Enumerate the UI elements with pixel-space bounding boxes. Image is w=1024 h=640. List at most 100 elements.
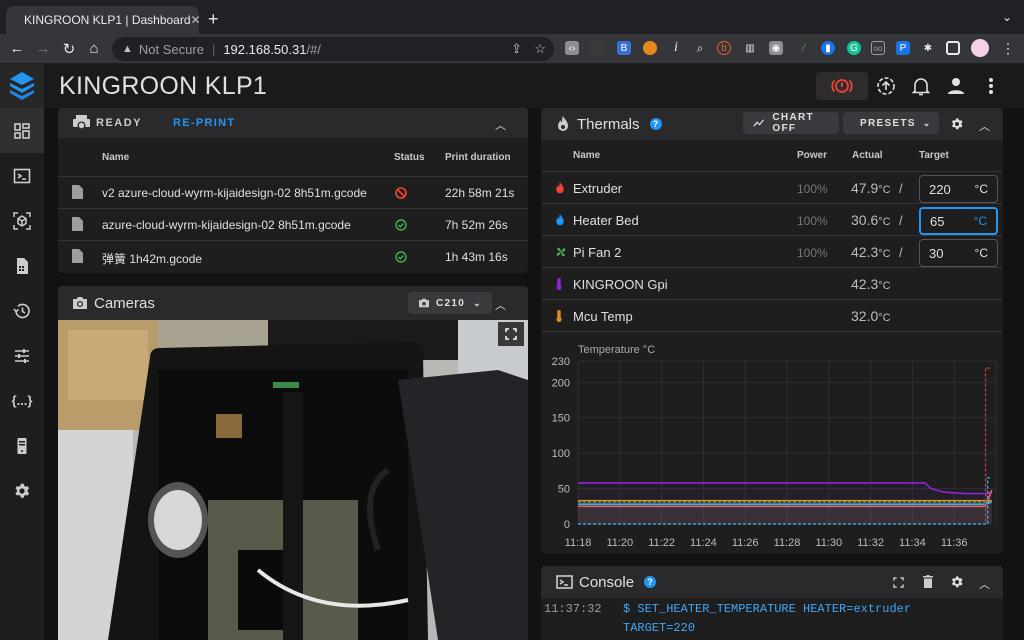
extension-info-icon[interactable]: i (669, 40, 683, 55)
browser-tab[interactable]: KINGROON KLP1 | Dashboard ✕ (6, 6, 201, 34)
extension-grammarly-icon[interactable]: G (847, 41, 861, 55)
address-bar[interactable]: ▲ Not Secure | 192.168.50.31/#/ ⇪ ☆ (112, 37, 554, 61)
fire-icon (556, 214, 564, 226)
console-settings-icon[interactable] (950, 575, 964, 589)
camera-stream (58, 320, 528, 640)
sidebar-item-machine[interactable] (0, 423, 44, 468)
extension-glasses-icon[interactable]: oo (871, 41, 885, 55)
app-menu-button[interactable] (980, 75, 1002, 97)
history-icon (13, 303, 30, 318)
extension-bookmark-icon[interactable]: ▮ (821, 41, 835, 55)
help-icon[interactable]: ? (644, 576, 657, 588)
emergency-stop-button[interactable] (816, 72, 868, 100)
sensor-row-kingroon-gpi: KINGROON Gpi 42.3°C (541, 267, 1003, 299)
chart-x-tick-label: 11:22 (648, 537, 675, 549)
collapse-thermals-icon[interactable]: ︿ (979, 118, 990, 134)
console-command[interactable]: $ SET_HEATER_TEMPERATURE HEATER=extruder (623, 602, 911, 616)
sidebar-item-history[interactable] (0, 288, 44, 333)
extension-eyedropper-icon[interactable]: ⁄ (797, 41, 811, 55)
target-input-heater-bed[interactable]: 65 °C (919, 207, 998, 235)
printer-3d-icon (73, 115, 90, 130)
browser-menu-icon[interactable]: ⋮ (1001, 40, 1015, 56)
extension-bing-icon[interactable]: b (717, 41, 731, 55)
reprint-button[interactable]: RE-PRINT (173, 117, 235, 129)
chart-x-tick-label: 11:18 (565, 537, 592, 549)
user-button[interactable] (945, 75, 967, 97)
fullscreen-button[interactable] (498, 322, 524, 346)
col-actual: Actual (852, 150, 883, 161)
extensions-puzzle-icon[interactable]: ✱ (921, 41, 935, 55)
help-icon[interactable]: ? (649, 118, 662, 130)
side-panel-icon[interactable] (946, 41, 960, 55)
sensor-name[interactable]: Mcu Temp (573, 309, 633, 324)
bookmark-star-icon[interactable]: ☆ (534, 41, 546, 57)
extension-camera-icon[interactable]: ◉ (769, 41, 783, 55)
job-name: azure-cloud-wyrm-kijaidesign-02 8h51m.gc… (102, 218, 351, 232)
sidebar-item-tune[interactable] (0, 333, 44, 378)
sidebar-item-heightmap[interactable] (0, 198, 44, 243)
sensor-name[interactable]: Extruder (573, 181, 622, 196)
sensor-name[interactable]: Pi Fan 2 (573, 245, 621, 260)
collapse-status-icon[interactable]: ︿ (495, 117, 506, 133)
new-tab-button[interactable]: + (208, 9, 219, 30)
cameras-panel: Cameras C210 ⌄ ︿ (58, 286, 528, 640)
sidebar-item-macros[interactable]: {...} (0, 378, 44, 423)
extension-devtools-icon[interactable]: ‹› (565, 41, 579, 55)
job-duration: 22h 58m 21s (445, 186, 515, 200)
tab-search-chevron-icon[interactable]: ⌄ (1002, 10, 1012, 24)
camera-icon (419, 298, 429, 308)
sidebar-item-jobs[interactable] (0, 243, 44, 288)
target-input-extruder[interactable]: 220 °C (919, 175, 998, 203)
tab-title: KINGROON KLP1 | Dashboard (24, 13, 191, 27)
job-row[interactable]: v2 azure-cloud-wyrm-kijaidesign-02 8h51m… (58, 176, 528, 208)
presets-button[interactable]: PRESETS ⌄ (843, 112, 939, 134)
code-braces-icon: {...} (11, 393, 33, 408)
extension-b-icon[interactable]: B (617, 41, 631, 55)
fullscreen-icon[interactable] (893, 577, 904, 588)
job-row[interactable]: azure-cloud-wyrm-kijaidesign-02 8h51m.gc… (58, 208, 528, 240)
back-icon[interactable]: ← (8, 40, 26, 57)
job-row[interactable]: 弹簧 1h42m.gcode 1h 43m 16s (58, 240, 528, 272)
chart-toggle-button[interactable]: CHART OFF (743, 112, 839, 134)
forward-icon[interactable]: → (34, 40, 52, 57)
reload-icon[interactable]: ↻ (60, 40, 78, 58)
extension-trash-icon[interactable]: ▥ (743, 41, 757, 55)
bell-icon (912, 78, 930, 96)
printer-title: KINGROON KLP1 (59, 72, 268, 100)
sensor-name[interactable]: KINGROON Gpi (573, 277, 668, 292)
chart-y-tick-label: 100 (552, 448, 570, 460)
collapse-console-icon[interactable]: ︿ (979, 576, 990, 592)
chart-y-tick-label: 200 (552, 377, 570, 389)
extension-moon-icon[interactable] (643, 41, 657, 55)
home-icon[interactable]: ⌂ (85, 40, 103, 57)
thermals-panel: Thermals ? CHART OFF PRESETS ⌄ ︿ Name Po… (541, 108, 1003, 554)
app-logo[interactable] (0, 64, 44, 108)
close-tab-icon[interactable]: ✕ (191, 13, 201, 27)
sidebar-item-console[interactable] (0, 153, 44, 198)
cube-scan-icon (13, 211, 31, 230)
browser-tab-bar: KINGROON KLP1 | Dashboard ✕ + ⌄ (0, 0, 1024, 34)
sidebar-item-dashboard[interactable] (0, 108, 44, 153)
camera-select[interactable]: C210 ⌄ (408, 292, 492, 314)
chevron-down-icon: ⌄ (473, 297, 482, 308)
trash-icon[interactable] (923, 575, 933, 588)
profile-avatar[interactable] (971, 39, 989, 57)
extension-p-icon[interactable]: P (896, 41, 910, 55)
extension-search-icon[interactable]: ⌕ (693, 41, 707, 55)
target-input-pi-fan-2[interactable]: 30 °C (919, 239, 998, 267)
collapse-cameras-icon[interactable]: ︿ (495, 297, 506, 313)
chart-x-tick-label: 11:34 (899, 537, 926, 549)
notifications-button[interactable] (910, 75, 932, 97)
thermals-settings-icon[interactable] (950, 117, 964, 131)
sensor-name[interactable]: Heater Bed (573, 213, 639, 228)
extension-qr-icon[interactable] (591, 41, 605, 55)
share-icon[interactable]: ⇪ (511, 41, 522, 57)
chart-y-tick-label: 150 (552, 413, 570, 425)
thermals-title: Thermals (577, 115, 640, 133)
cameras-title: Cameras (94, 294, 155, 312)
chart-x-tick-label: 11:24 (690, 537, 717, 549)
upload-print-button[interactable] (875, 75, 897, 97)
sensor-power: 100% (797, 182, 828, 196)
server-icon (17, 437, 27, 454)
sidebar-item-settings[interactable] (0, 468, 44, 513)
